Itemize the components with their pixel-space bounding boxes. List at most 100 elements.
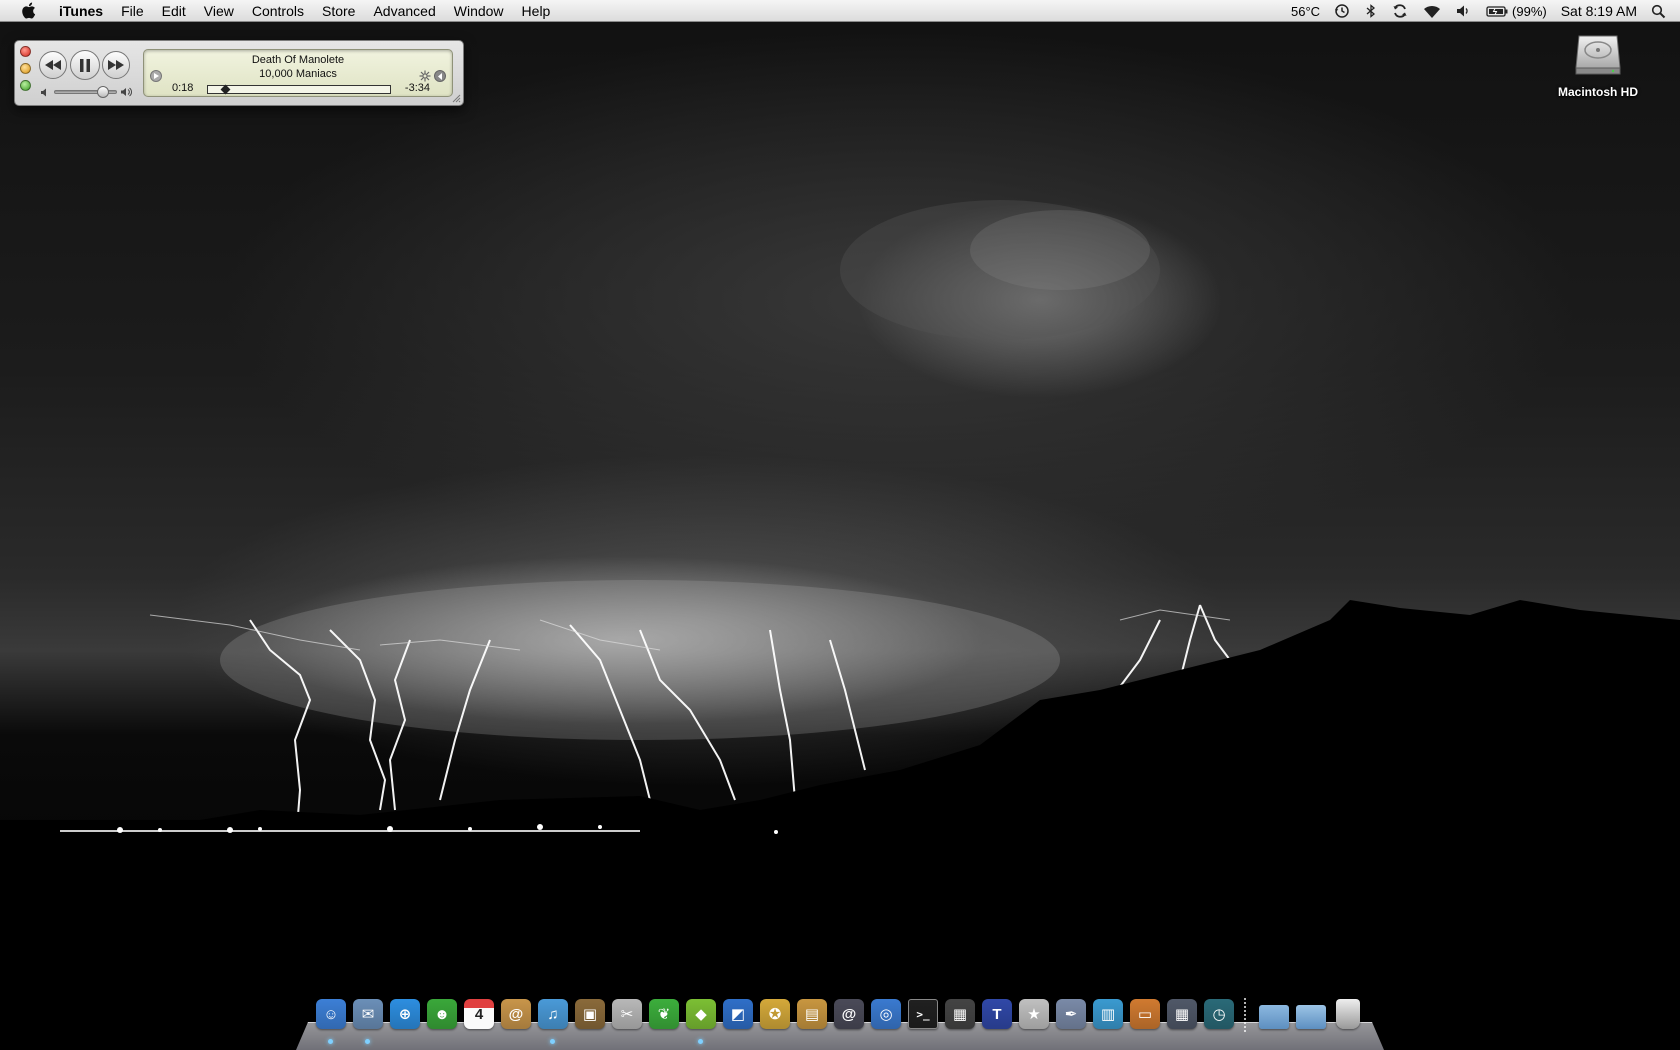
dock-item-mail[interactable]: ✉ — [350, 996, 386, 1044]
dock-item-dvd-player[interactable]: ◎ — [868, 996, 904, 1032]
volume-high-icon — [121, 87, 132, 97]
dock-item-imovie[interactable]: T — [979, 996, 1015, 1032]
time-machine-icon: ◷ — [1204, 999, 1234, 1029]
menu-controls[interactable]: Controls — [243, 0, 313, 22]
wifi-icon[interactable] — [1415, 0, 1449, 22]
dock-item-camino[interactable]: @ — [831, 996, 867, 1032]
elapsed-time: 0:18 — [172, 82, 194, 94]
spotlight-icon[interactable] — [1644, 0, 1680, 22]
leaf-icon: ❦ — [649, 999, 679, 1029]
ical-icon: 4 — [464, 999, 494, 1029]
volume-slider-thumb[interactable] — [97, 86, 109, 98]
itunes-mini-player[interactable]: Death Of Manolete 10,000 Maniacs 0:18 -3… — [14, 40, 464, 106]
running-indicator — [550, 1039, 555, 1044]
adium-icon: ✪ — [760, 999, 790, 1029]
dock: ☺ ✉ ⊕ ☻ 4 @ ♫ ▣ ✂ ❦ ◆ ◩ ✪ ▤ @ ◎ >_ ▦ T ★ ✒ ▥ ▭ ▦ ◷ — [296, 996, 1384, 1050]
dock-item-leaf[interactable]: ❦ — [646, 996, 682, 1032]
dock-item-trash[interactable] — [1330, 996, 1366, 1032]
dock-items: ☺ ✉ ⊕ ☻ 4 @ ♫ ▣ ✂ ❦ ◆ ◩ ✪ ▤ @ ◎ >_ ▦ T ★ ✒ ▥ ▭ ▦ ◷ — [313, 996, 1367, 1044]
temperature-readout[interactable]: 56°C — [1284, 0, 1327, 22]
dock-item-numbers[interactable]: ▥ — [1090, 996, 1126, 1032]
clapper-icon: ▦ — [945, 999, 975, 1029]
clock-history-icon[interactable] — [1327, 0, 1357, 22]
artist-name: 10,000 Maniacs — [259, 68, 337, 80]
dock-item-quill[interactable]: ✒ — [1053, 996, 1089, 1032]
desktop-wallpaper — [0, 0, 1680, 1050]
app-menu-itunes[interactable]: iTunes — [50, 0, 112, 22]
menu-file[interactable]: File — [112, 0, 153, 22]
pause-icon — [80, 58, 90, 72]
bluetooth-icon[interactable] — [1357, 0, 1385, 22]
zoom-button[interactable] — [20, 80, 31, 91]
itunes-icon: ♫ — [538, 999, 568, 1029]
dock-item-safari[interactable]: ⊕ — [387, 996, 423, 1032]
minimize-button[interactable] — [20, 63, 31, 74]
apple-menu-icon[interactable] — [16, 2, 40, 19]
dvd-icon: ◎ — [871, 999, 901, 1029]
close-button[interactable] — [20, 46, 31, 57]
dock-item-terminal[interactable]: >_ — [905, 996, 941, 1032]
dashboard-icon: ▦ — [1167, 999, 1197, 1029]
menu-edit[interactable]: Edit — [153, 0, 195, 22]
speaker-icon[interactable] — [1449, 0, 1479, 22]
dock-item-keynote[interactable]: ▭ — [1127, 996, 1163, 1032]
menu-window[interactable]: Window — [445, 0, 513, 22]
menu-advanced[interactable]: Advanced — [364, 0, 444, 22]
camino-icon: @ — [834, 999, 864, 1029]
dock-item-time-machine[interactable]: ◷ — [1201, 996, 1237, 1032]
pause-button[interactable] — [70, 50, 100, 80]
rewind-icon — [45, 60, 61, 70]
dock-item-address-book[interactable]: @ — [498, 996, 534, 1032]
lightning-landscape-image — [0, 200, 1680, 1050]
menu-view[interactable]: View — [195, 0, 243, 22]
dock-item-documents[interactable] — [1293, 996, 1329, 1032]
dock-item-xcode[interactable]: ◩ — [720, 996, 756, 1032]
dock-item-ical[interactable]: 4 — [461, 996, 497, 1032]
menu-help[interactable]: Help — [513, 0, 560, 22]
snapback-icon[interactable] — [434, 70, 446, 82]
playhead[interactable] — [220, 84, 231, 95]
mail-icon: ✉ — [353, 999, 383, 1029]
dock-item-itunes[interactable]: ♫ — [535, 996, 571, 1044]
dock-item-dashboard[interactable]: ▦ — [1164, 996, 1200, 1032]
next-track-button[interactable] — [102, 51, 130, 79]
volume-control — [41, 85, 133, 99]
dock-item-finder[interactable]: ☺ — [313, 996, 349, 1044]
dock-item-preview[interactable]: ✂ — [609, 996, 645, 1032]
dock-separator[interactable] — [1244, 998, 1246, 1032]
dock-item-ichat[interactable]: ☻ — [424, 996, 460, 1032]
trash-icon — [1336, 999, 1360, 1029]
safari-icon: ⊕ — [390, 999, 420, 1029]
quill-icon: ✒ — [1056, 999, 1086, 1029]
resize-grip-icon[interactable] — [452, 94, 461, 103]
menu-store[interactable]: Store — [313, 0, 364, 22]
menu-bar: iTunes File Edit View Controls Store Adv… — [0, 0, 1680, 22]
keynote-icon: ▭ — [1130, 999, 1160, 1029]
dock-item-applications[interactable] — [1256, 996, 1292, 1032]
dock-item-pages[interactable]: ▤ — [794, 996, 830, 1032]
folder-icon — [1259, 1005, 1289, 1029]
folder-stack-icon — [1296, 1005, 1326, 1029]
hard-drive-icon — [1575, 35, 1621, 75]
now-playing-display: Death Of Manolete 10,000 Maniacs 0:18 -3… — [143, 49, 453, 97]
address-book-icon: @ — [501, 999, 531, 1029]
desktop-icon-macintosh-hd[interactable]: Macintosh HD — [1548, 28, 1648, 99]
running-indicator — [698, 1039, 703, 1044]
menu-extras: 56°C (99%) Sat 8:19 AM — [1284, 0, 1680, 22]
battery-status[interactable]: (99%) — [1479, 0, 1554, 22]
playback-scrubber[interactable] — [207, 84, 391, 95]
dock-item-syncing[interactable]: ◆ — [683, 996, 719, 1044]
dock-item-final-cut[interactable]: ▦ — [942, 996, 978, 1032]
volume-slider[interactable] — [54, 86, 117, 98]
previous-track-button[interactable] — [39, 51, 67, 79]
dock-item-adium[interactable]: ✪ — [757, 996, 793, 1032]
pages-icon: ▤ — [797, 999, 827, 1029]
dock-item-imovie-star[interactable]: ★ — [1016, 996, 1052, 1032]
blueprint-icon: ◩ — [723, 999, 753, 1029]
genius-icon[interactable] — [419, 70, 431, 85]
menu-clock[interactable]: Sat 8:19 AM — [1554, 0, 1644, 22]
desktop-icon-label: Macintosh HD — [1557, 85, 1638, 99]
dock-item-iphoto[interactable]: ▣ — [572, 996, 608, 1032]
fast-forward-icon — [108, 60, 124, 70]
sync-icon[interactable] — [1385, 0, 1415, 22]
